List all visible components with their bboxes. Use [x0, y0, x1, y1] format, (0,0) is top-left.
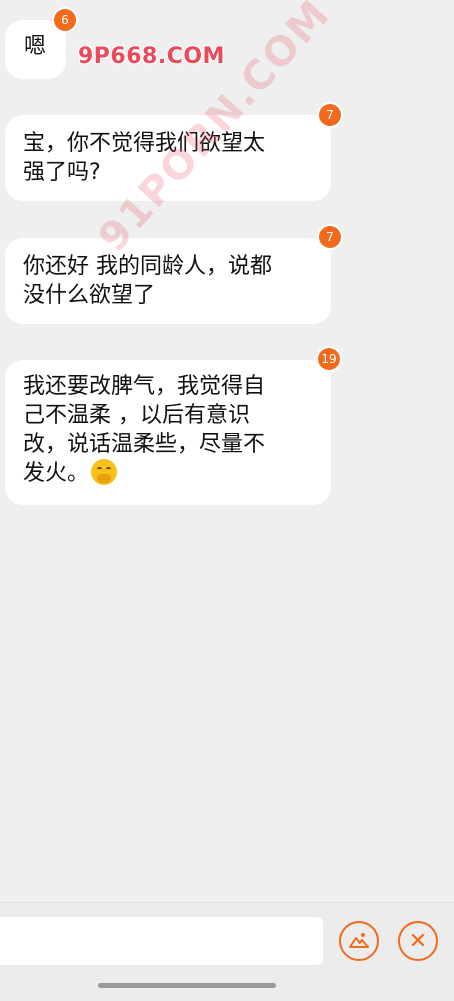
message-count-badge: 7: [319, 226, 341, 248]
hand-over-mouth-emoji: [91, 459, 118, 485]
message-count-badge: 19: [318, 348, 340, 370]
message-count-badge: 7: [319, 104, 341, 126]
message-count-badge: 6: [54, 9, 76, 31]
close-icon: ✕: [408, 928, 428, 954]
home-indicator: [98, 983, 276, 988]
message-bubble[interactable]: 我还要改脾气，我觉得自 己不温柔 ，以后有意识 改，说话温柔些，尽量不 发火。: [5, 360, 331, 505]
message-bubble[interactable]: 你还好 我的同龄人，说都 没什么欲望了: [5, 238, 331, 324]
message-text: 嗯: [24, 34, 47, 59]
watermark-logo: 9P668.COM: [78, 44, 225, 69]
message-bubble[interactable]: 嗯: [5, 20, 66, 79]
gift-button[interactable]: [339, 921, 379, 961]
message-input[interactable]: [0, 917, 323, 965]
message-text: 你还好 我的同龄人，说都 没什么欲望了: [23, 254, 272, 308]
close-button[interactable]: ✕: [398, 921, 438, 961]
gift-icon: [349, 933, 369, 948]
message-text: 我还要改脾气，我觉得自 己不温柔 ，以后有意识 改，说话温柔些，尽量不 发火。: [23, 374, 266, 486]
